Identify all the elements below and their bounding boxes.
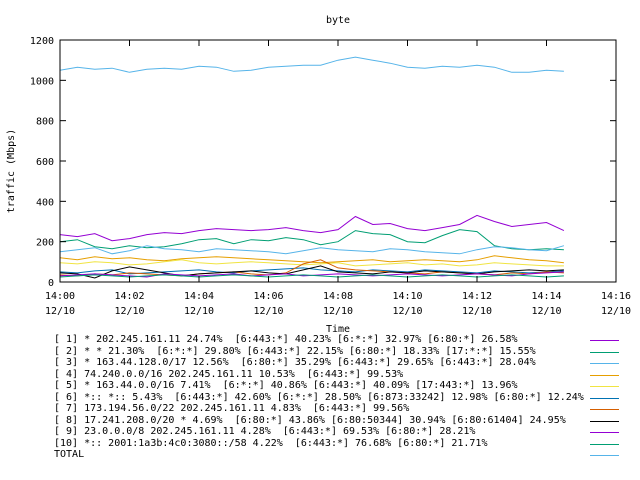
y-tick-label: 800 (36, 117, 54, 128)
series-line-2 (59, 229, 564, 251)
x-tick-date-label: 12/10 (531, 306, 561, 317)
series-line-1 (59, 214, 565, 242)
x-tick-date-label: 12/10 (601, 306, 631, 317)
x-tick-label: 14:12 (462, 291, 492, 302)
x-tick-label: 14:00 (45, 291, 75, 302)
x-tick-label: 14:06 (253, 291, 283, 302)
series-line-5 (59, 259, 564, 267)
x-tick-label: 14:14 (531, 291, 561, 302)
axes-layer: 0 200 400 600 800 1000 1200 14:00 12/10 14:02 12/1… (30, 36, 631, 317)
y-tick-label: 1000 (30, 76, 54, 87)
x-tick-date-label: 12/10 (114, 306, 144, 317)
x-tick-label: 14:16 (601, 291, 631, 302)
chart-canvas: byte traffic (Mbps) Time 0 200 400 600 800 10… (6, 15, 631, 335)
series-layer (59, 56, 565, 279)
x-axis-label: Time (326, 324, 350, 335)
x-tick-label: 14:10 (392, 291, 422, 302)
x-tick-label: 14:08 (323, 291, 353, 302)
plot-frame (59, 39, 617, 283)
chart-title: byte (326, 15, 350, 26)
x-tick-label: 14:02 (114, 291, 144, 302)
y-tick-label: 400 (36, 197, 54, 208)
x-tick-label: 14:04 (184, 291, 214, 302)
y-tick-label: 1200 (30, 36, 54, 47)
series-line-11 (59, 56, 564, 73)
y-tick-label: 600 (36, 157, 54, 168)
x-tick-date-label: 12/10 (253, 306, 283, 317)
x-tick-date-label: 12/10 (462, 306, 492, 317)
y-tick-label: 0 (48, 278, 54, 289)
y-tick-label: 200 (36, 238, 54, 249)
x-tick-date-label: 12/10 (323, 306, 353, 317)
y-axis-label: traffic (Mbps) (6, 129, 17, 213)
x-tick-date-label: 12/10 (392, 306, 422, 317)
series-line-3 (59, 245, 565, 255)
x-tick-date-label: 12/10 (45, 306, 75, 317)
x-tick-date-label: 12/10 (184, 306, 214, 317)
